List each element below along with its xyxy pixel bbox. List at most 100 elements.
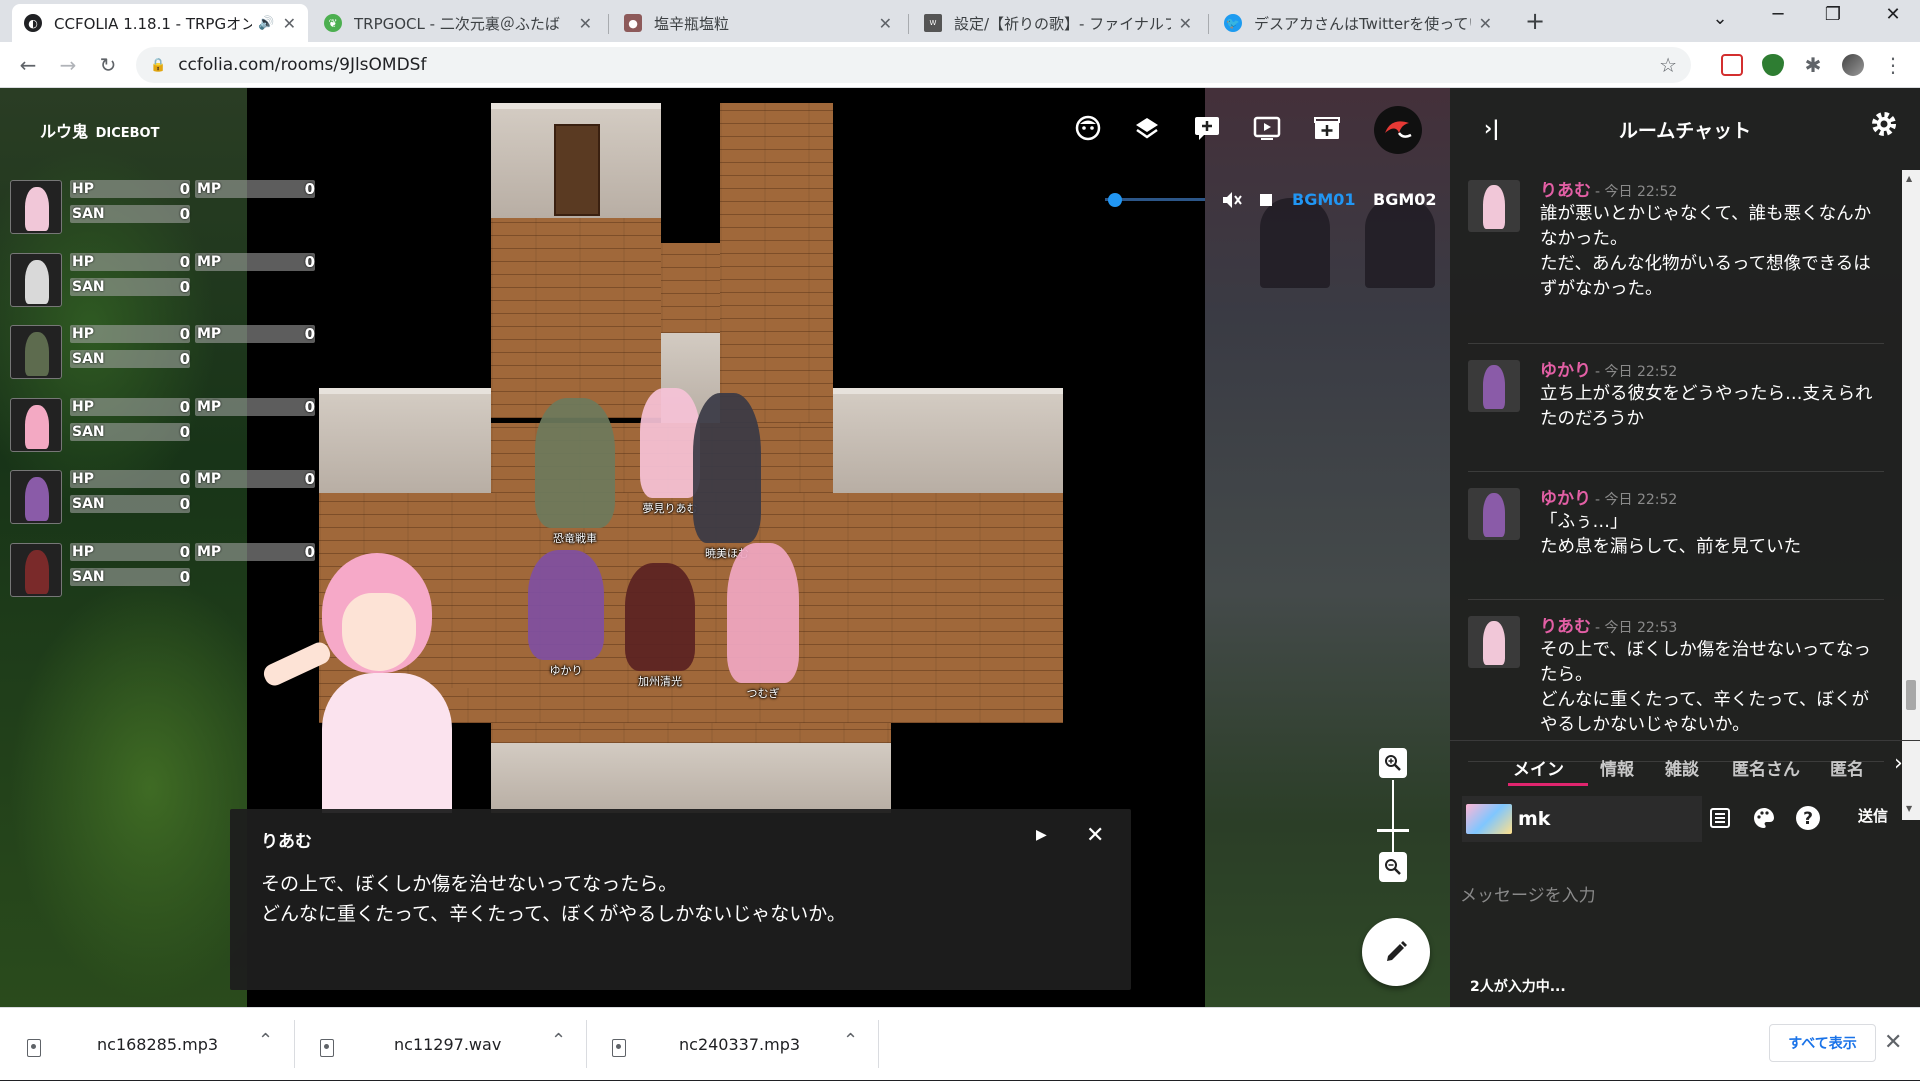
send-button[interactable]: 送信 bbox=[1858, 805, 1888, 826]
message-sender: りあむ - 今日 22:53 bbox=[1540, 617, 1678, 637]
chevron-up-icon[interactable]: ⌃ bbox=[258, 1030, 273, 1051]
browser-tab-wiki[interactable]: W 設定/【祈りの歌】- ファイナルファンタ ✕ bbox=[912, 4, 1204, 42]
reload-button[interactable]: ↻ bbox=[94, 52, 122, 80]
map-character[interactable]: 加州清光 bbox=[625, 563, 695, 689]
bgm02-tab[interactable]: BGM02 bbox=[1373, 190, 1437, 209]
zoom-in-button[interactable] bbox=[1379, 748, 1407, 778]
close-window-button[interactable]: ✕ bbox=[1873, 4, 1913, 25]
next-arrow-icon[interactable]: ▶ bbox=[1036, 827, 1047, 843]
close-tab-icon[interactable]: ✕ bbox=[579, 14, 592, 33]
download-item[interactable]: nc11297.wav ⌃ bbox=[295, 1008, 586, 1081]
map-character[interactable]: 夢見りあむ bbox=[640, 388, 700, 516]
bgm-volume-slider[interactable] bbox=[1105, 191, 1205, 209]
san-label: SAN bbox=[72, 496, 105, 512]
shield-extension-icon[interactable] bbox=[1762, 54, 1784, 76]
status-avatar[interactable] bbox=[10, 180, 62, 234]
palette-icon[interactable] bbox=[1750, 804, 1778, 832]
status-avatar[interactable] bbox=[10, 253, 62, 307]
chevron-up-icon[interactable]: ⌃ bbox=[843, 1030, 858, 1051]
layers-icon[interactable] bbox=[1129, 110, 1165, 146]
profile-avatar[interactable] bbox=[1842, 54, 1864, 76]
chat-tab[interactable]: 匿名さん bbox=[1732, 755, 1800, 780]
chat-message[interactable]: ゆかり - 今日 22:52 「ふぅ…」 ため息を漏らして、前を見ていた bbox=[1468, 484, 1884, 600]
close-tab-icon[interactable]: ✕ bbox=[879, 14, 892, 33]
close-tab-icon[interactable]: ✕ bbox=[1179, 14, 1192, 33]
message-avatar[interactable] bbox=[1468, 616, 1520, 668]
scroll-up-icon[interactable]: ▲ bbox=[1906, 174, 1912, 183]
browser-tab-shiokara[interactable]: ● 塩辛瓶塩粒 ✕ bbox=[612, 4, 904, 42]
chevron-up-icon[interactable]: ⌃ bbox=[551, 1030, 566, 1051]
character-status-row[interactable]: HP 0 MP 0 SAN 0 bbox=[10, 180, 320, 234]
map-character[interactable]: つむぎ bbox=[727, 543, 799, 701]
list-icon[interactable] bbox=[1706, 804, 1734, 832]
mute-icon[interactable] bbox=[1220, 189, 1242, 215]
status-avatar[interactable] bbox=[10, 398, 62, 452]
screen-panel-icon[interactable] bbox=[1249, 110, 1285, 146]
close-dialog-icon[interactable]: ✕ bbox=[1086, 823, 1104, 848]
close-tab-icon[interactable]: ✕ bbox=[283, 14, 296, 33]
map-character[interactable]: ゆかり bbox=[528, 550, 604, 678]
chevron-right-icon[interactable]: › bbox=[1894, 751, 1903, 776]
pocket-extension-icon[interactable] bbox=[1721, 54, 1743, 76]
chat-scrollbar[interactable]: ▲ ▼ bbox=[1902, 170, 1920, 820]
scene-icon[interactable] bbox=[1309, 110, 1345, 146]
lock-icon[interactable]: 🔒 bbox=[150, 58, 166, 73]
message-avatar[interactable] bbox=[1468, 488, 1520, 540]
ccfolia-logo-button[interactable] bbox=[1374, 106, 1422, 154]
message-input[interactable] bbox=[1460, 856, 1900, 936]
status-avatar[interactable] bbox=[10, 325, 62, 379]
show-all-downloads-button[interactable]: すべて表示 bbox=[1769, 1024, 1876, 1062]
message-avatar[interactable] bbox=[1468, 360, 1520, 412]
scroll-thumb[interactable] bbox=[1906, 680, 1916, 710]
chat-tab[interactable]: 雑談 bbox=[1665, 755, 1699, 780]
map-character[interactable]: 暁美ほむ bbox=[693, 393, 761, 561]
help-icon[interactable]: ? bbox=[1794, 804, 1822, 832]
status-avatar[interactable] bbox=[10, 543, 62, 597]
character-status-row[interactable]: HP 0 MP 0 SAN 0 bbox=[10, 325, 320, 379]
bookmark-star-icon[interactable]: ☆ bbox=[1659, 53, 1677, 77]
new-tab-button[interactable]: + bbox=[1521, 8, 1549, 36]
character-status-row[interactable]: HP 0 MP 0 SAN 0 bbox=[10, 398, 320, 452]
edit-fab-button[interactable] bbox=[1362, 918, 1430, 986]
download-item[interactable]: nc240337.mp3 ⌃ bbox=[587, 1008, 878, 1081]
slider-thumb[interactable] bbox=[1108, 193, 1122, 207]
minimize-button[interactable]: ─ bbox=[1758, 4, 1798, 25]
chat-message[interactable]: ゆかり - 今日 22:52 立ち上がる彼女をどうやったら…支えられ たのだろうか bbox=[1468, 356, 1884, 472]
chat-message[interactable]: りあむ - 今日 22:52 誰が悪いとかじゃなくて、誰も悪くなんか なかった。 た… bbox=[1468, 176, 1884, 344]
speaker-icon[interactable]: 🔊 bbox=[258, 16, 274, 31]
gear-icon[interactable] bbox=[1870, 110, 1898, 142]
back-button[interactable]: ← bbox=[14, 52, 42, 80]
chat-tab[interactable]: メイン bbox=[1513, 755, 1564, 780]
stop-icon[interactable] bbox=[1260, 194, 1272, 206]
chat-tab[interactable]: 情報 bbox=[1600, 755, 1634, 780]
browser-tab-trpgocl[interactable]: ❦ TRPGOCL - 二次元裏＠ふたば ✕ bbox=[312, 4, 604, 42]
zoom-slider-handle[interactable] bbox=[1377, 829, 1409, 832]
character-status-row[interactable]: HP 0 MP 0 SAN 0 bbox=[10, 253, 320, 307]
close-download-bar-icon[interactable]: ✕ bbox=[1884, 1030, 1902, 1055]
map-character[interactable]: 恐竜戦車 bbox=[535, 398, 615, 546]
browser-tab-ccfolia[interactable]: ◐ CCFOLIA 1.18.1 - TRPGオンラ 🔊 ✕ bbox=[12, 4, 308, 42]
download-item[interactable]: nc168285.mp3 ⌃ bbox=[0, 1008, 294, 1081]
map-stairs bbox=[720, 103, 833, 423]
add-panel-icon[interactable] bbox=[1189, 110, 1225, 146]
status-avatar[interactable] bbox=[10, 470, 62, 524]
browser-tab-twitter[interactable]: 🐦 デスアカさんはTwitterを使っています ✕ bbox=[1212, 4, 1504, 42]
maximize-button[interactable]: ❐ bbox=[1813, 4, 1853, 25]
menu-kebab-icon[interactable]: ⋮ bbox=[1882, 54, 1904, 76]
chat-message-list[interactable]: りあむ - 今日 22:52 誰が悪いとかじゃなくて、誰も悪くなんか なかった。 た… bbox=[1450, 170, 1902, 820]
forward-button[interactable]: → bbox=[54, 52, 82, 80]
zoom-out-button[interactable] bbox=[1379, 852, 1407, 882]
url-field[interactable]: 🔒 ccfolia.com/rooms/9JlsOMDSf ☆ bbox=[136, 47, 1691, 83]
avatar-figure bbox=[1483, 493, 1505, 537]
chat-tab[interactable]: 匿名 bbox=[1830, 755, 1864, 780]
close-tab-icon[interactable]: ✕ bbox=[1479, 14, 1492, 33]
character-status-row[interactable]: HP 0 MP 0 SAN 0 bbox=[10, 543, 320, 597]
tab-search-icon[interactable]: ⌄ bbox=[1700, 8, 1740, 29]
character-status-row[interactable]: HP 0 MP 0 SAN 0 bbox=[10, 470, 320, 524]
character-icon[interactable] bbox=[1070, 110, 1106, 146]
message-avatar[interactable] bbox=[1468, 180, 1520, 232]
room-title[interactable]: ルウ鬼 DICEBOT bbox=[40, 118, 159, 142]
bgm01-tab[interactable]: BGM01 bbox=[1292, 190, 1356, 209]
puzzle-icon[interactable]: ✱ bbox=[1802, 54, 1824, 76]
character-selector[interactable]: mk bbox=[1462, 796, 1702, 842]
